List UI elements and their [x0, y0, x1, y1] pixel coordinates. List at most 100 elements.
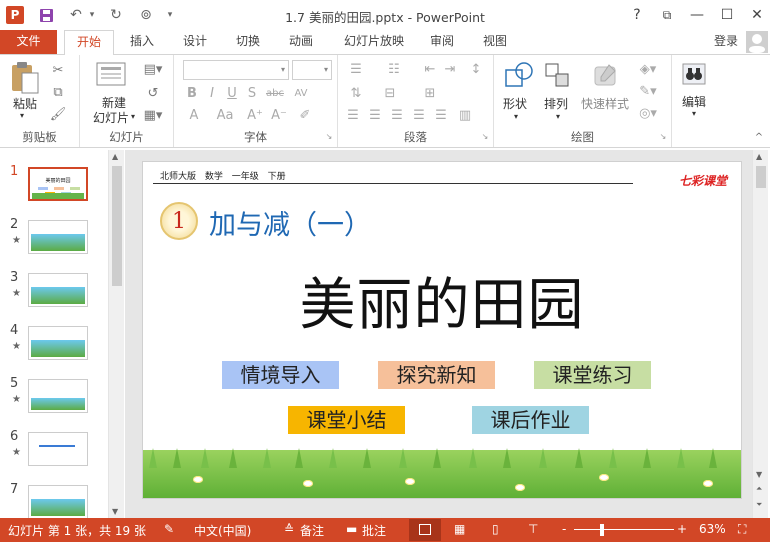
ribbon-display-options-button[interactable]: ⧉ [654, 4, 680, 26]
shadow-icon[interactable]: S [244, 85, 260, 101]
zoom-level[interactable]: 63% [699, 522, 726, 536]
scroll-down-icon[interactable]: ▼ [112, 507, 118, 516]
tab-design[interactable]: 设计 [175, 30, 215, 54]
collapse-ribbon-icon[interactable]: ^ [752, 131, 766, 143]
increase-indent-icon[interactable]: ⇥ [440, 61, 460, 77]
align-text-icon[interactable]: ⊟ [380, 85, 400, 101]
reset-icon[interactable]: ↺ [142, 85, 164, 101]
find-binoculars-icon[interactable] [680, 61, 708, 87]
spell-check-icon[interactable]: ✎ [164, 522, 174, 536]
increase-font-icon[interactable]: A⁺ [246, 107, 264, 123]
arrange-dropdown-icon[interactable]: ▾ [556, 112, 560, 121]
slide-thumbnail-7[interactable] [28, 485, 88, 519]
font-dialog-launcher-icon[interactable]: ↘ [324, 131, 334, 141]
strikethrough-icon[interactable]: abc [264, 85, 286, 101]
normal-view-button[interactable] [409, 519, 441, 541]
close-button[interactable]: ✕ [744, 4, 770, 26]
font-size-select[interactable]: ▾ [292, 60, 332, 80]
arrange-label[interactable]: 排列 [544, 95, 568, 112]
practice-button[interactable]: 课堂练习 [534, 361, 651, 389]
columns-icon[interactable]: ▥ [456, 107, 474, 123]
paragraph-dialog-launcher-icon[interactable]: ↘ [480, 131, 490, 141]
comments-icon[interactable]: ▬ [346, 522, 357, 536]
paste-icon[interactable] [10, 61, 40, 95]
explore-button[interactable]: 探究新知 [378, 361, 495, 389]
new-slide-icon[interactable] [95, 61, 127, 91]
shape-effects-icon[interactable]: ◎▾ [636, 105, 660, 121]
text-direction-icon[interactable]: ⇅ [346, 85, 366, 101]
intro-button[interactable]: 情境导入 [222, 361, 339, 389]
scroll-up-icon[interactable]: ▲ [112, 152, 118, 161]
avatar[interactable] [746, 31, 768, 53]
slide-scrollbar[interactable]: ▲ ▼ ⏶ ⏷ [752, 150, 768, 518]
next-slide-icon[interactable]: ⏷ [756, 500, 762, 510]
signin-link[interactable]: 登录 [706, 30, 746, 54]
font-color-icon[interactable]: A [186, 107, 202, 123]
summary-button[interactable]: 课堂小结 [288, 406, 405, 434]
zoom-slider-thumb[interactable] [600, 524, 604, 536]
align-right-icon[interactable]: ☰ [388, 107, 406, 123]
shapes-icon[interactable] [502, 59, 536, 93]
quick-styles-icon[interactable] [590, 59, 620, 93]
align-center-icon[interactable]: ☰ [366, 107, 384, 123]
tab-home[interactable]: 开始 [64, 30, 114, 55]
change-case-icon[interactable]: Aa [212, 107, 238, 123]
tab-insert[interactable]: 插入 [122, 30, 162, 54]
bold-icon[interactable]: B [184, 85, 200, 101]
quick-styles-label[interactable]: 快速样式 [581, 95, 629, 112]
editing-label[interactable]: 编辑 [682, 93, 706, 110]
tab-transitions[interactable]: 切换 [228, 30, 268, 54]
notes-button[interactable]: 备注 [300, 522, 324, 539]
zoom-in-button[interactable]: + [677, 522, 687, 536]
shapes-dropdown-icon[interactable]: ▾ [514, 112, 518, 121]
language-indicator[interactable]: 中文(中国) [194, 522, 251, 539]
editing-dropdown-icon[interactable]: ▾ [692, 109, 696, 118]
scroll-thumb[interactable] [112, 166, 122, 286]
new-slide-dropdown-icon[interactable]: ▾ [131, 112, 135, 121]
italic-icon[interactable]: I [204, 85, 220, 101]
paste-dropdown-icon[interactable]: ▾ [20, 111, 24, 120]
tab-review[interactable]: 审阅 [422, 30, 462, 54]
section-icon[interactable]: ▦▾ [142, 107, 164, 123]
help-button[interactable]: ? [624, 4, 650, 26]
thumbnail-scrollbar[interactable]: ▲ ▼ [108, 150, 124, 518]
slide-thumbnail-3[interactable] [28, 273, 88, 307]
slide-thumbnail-4[interactable] [28, 326, 88, 360]
shape-fill-icon[interactable]: ◈▾ [636, 61, 660, 77]
shapes-label[interactable]: 形状 [503, 95, 527, 112]
distributed-icon[interactable]: ☰ [432, 107, 450, 123]
cut-icon[interactable]: ✂ [48, 61, 68, 79]
slideshow-view-icon[interactable]: ⊤ [528, 522, 538, 536]
copy-icon[interactable]: ⧉ [48, 83, 68, 101]
format-painter-icon[interactable]: 🖌 [48, 105, 68, 123]
decrease-indent-icon[interactable]: ⇤ [420, 61, 440, 77]
tab-view[interactable]: 视图 [475, 30, 515, 54]
tab-slideshow[interactable]: 幻灯片放映 [336, 30, 412, 54]
slide-thumbnail-1[interactable]: 美丽的田园 [28, 167, 88, 201]
slide-thumbnail-6[interactable] [28, 432, 88, 466]
numbering-icon[interactable]: ☷ [384, 61, 404, 77]
character-spacing-icon[interactable]: AV [290, 85, 312, 101]
slide-thumbnail-2[interactable] [28, 220, 88, 254]
arrange-icon[interactable] [542, 59, 572, 93]
comments-button[interactable]: 批注 [362, 522, 386, 539]
drawing-dialog-launcher-icon[interactable]: ↘ [658, 131, 668, 141]
slide-thumbnail-5[interactable] [28, 379, 88, 413]
zoom-slider[interactable] [574, 529, 674, 530]
scroll-up-icon[interactable]: ▲ [756, 152, 762, 161]
font-family-select[interactable]: ▾ [183, 60, 289, 80]
homework-button[interactable]: 课后作业 [472, 406, 589, 434]
reading-view-icon[interactable]: ▯ [492, 522, 499, 536]
current-slide[interactable]: 北师大版 数学 一年级 下册 七彩课堂 1 加与减（一） 美丽的田园 情境导入 … [142, 161, 742, 499]
smartart-icon[interactable]: ⊞ [420, 85, 440, 101]
align-left-icon[interactable]: ☰ [344, 107, 362, 123]
previous-slide-icon[interactable]: ⏶ [756, 484, 762, 494]
shape-outline-icon[interactable]: ✎▾ [636, 83, 660, 99]
scroll-thumb[interactable] [756, 166, 766, 188]
line-spacing-icon[interactable]: ↕ [466, 61, 486, 77]
scroll-down-icon[interactable]: ▼ [756, 470, 762, 479]
new-slide-label-2[interactable]: 幻灯片 [93, 109, 129, 126]
decrease-font-icon[interactable]: A⁻ [270, 107, 288, 123]
bullets-icon[interactable]: ☰ [346, 61, 366, 77]
underline-icon[interactable]: U [224, 85, 240, 101]
